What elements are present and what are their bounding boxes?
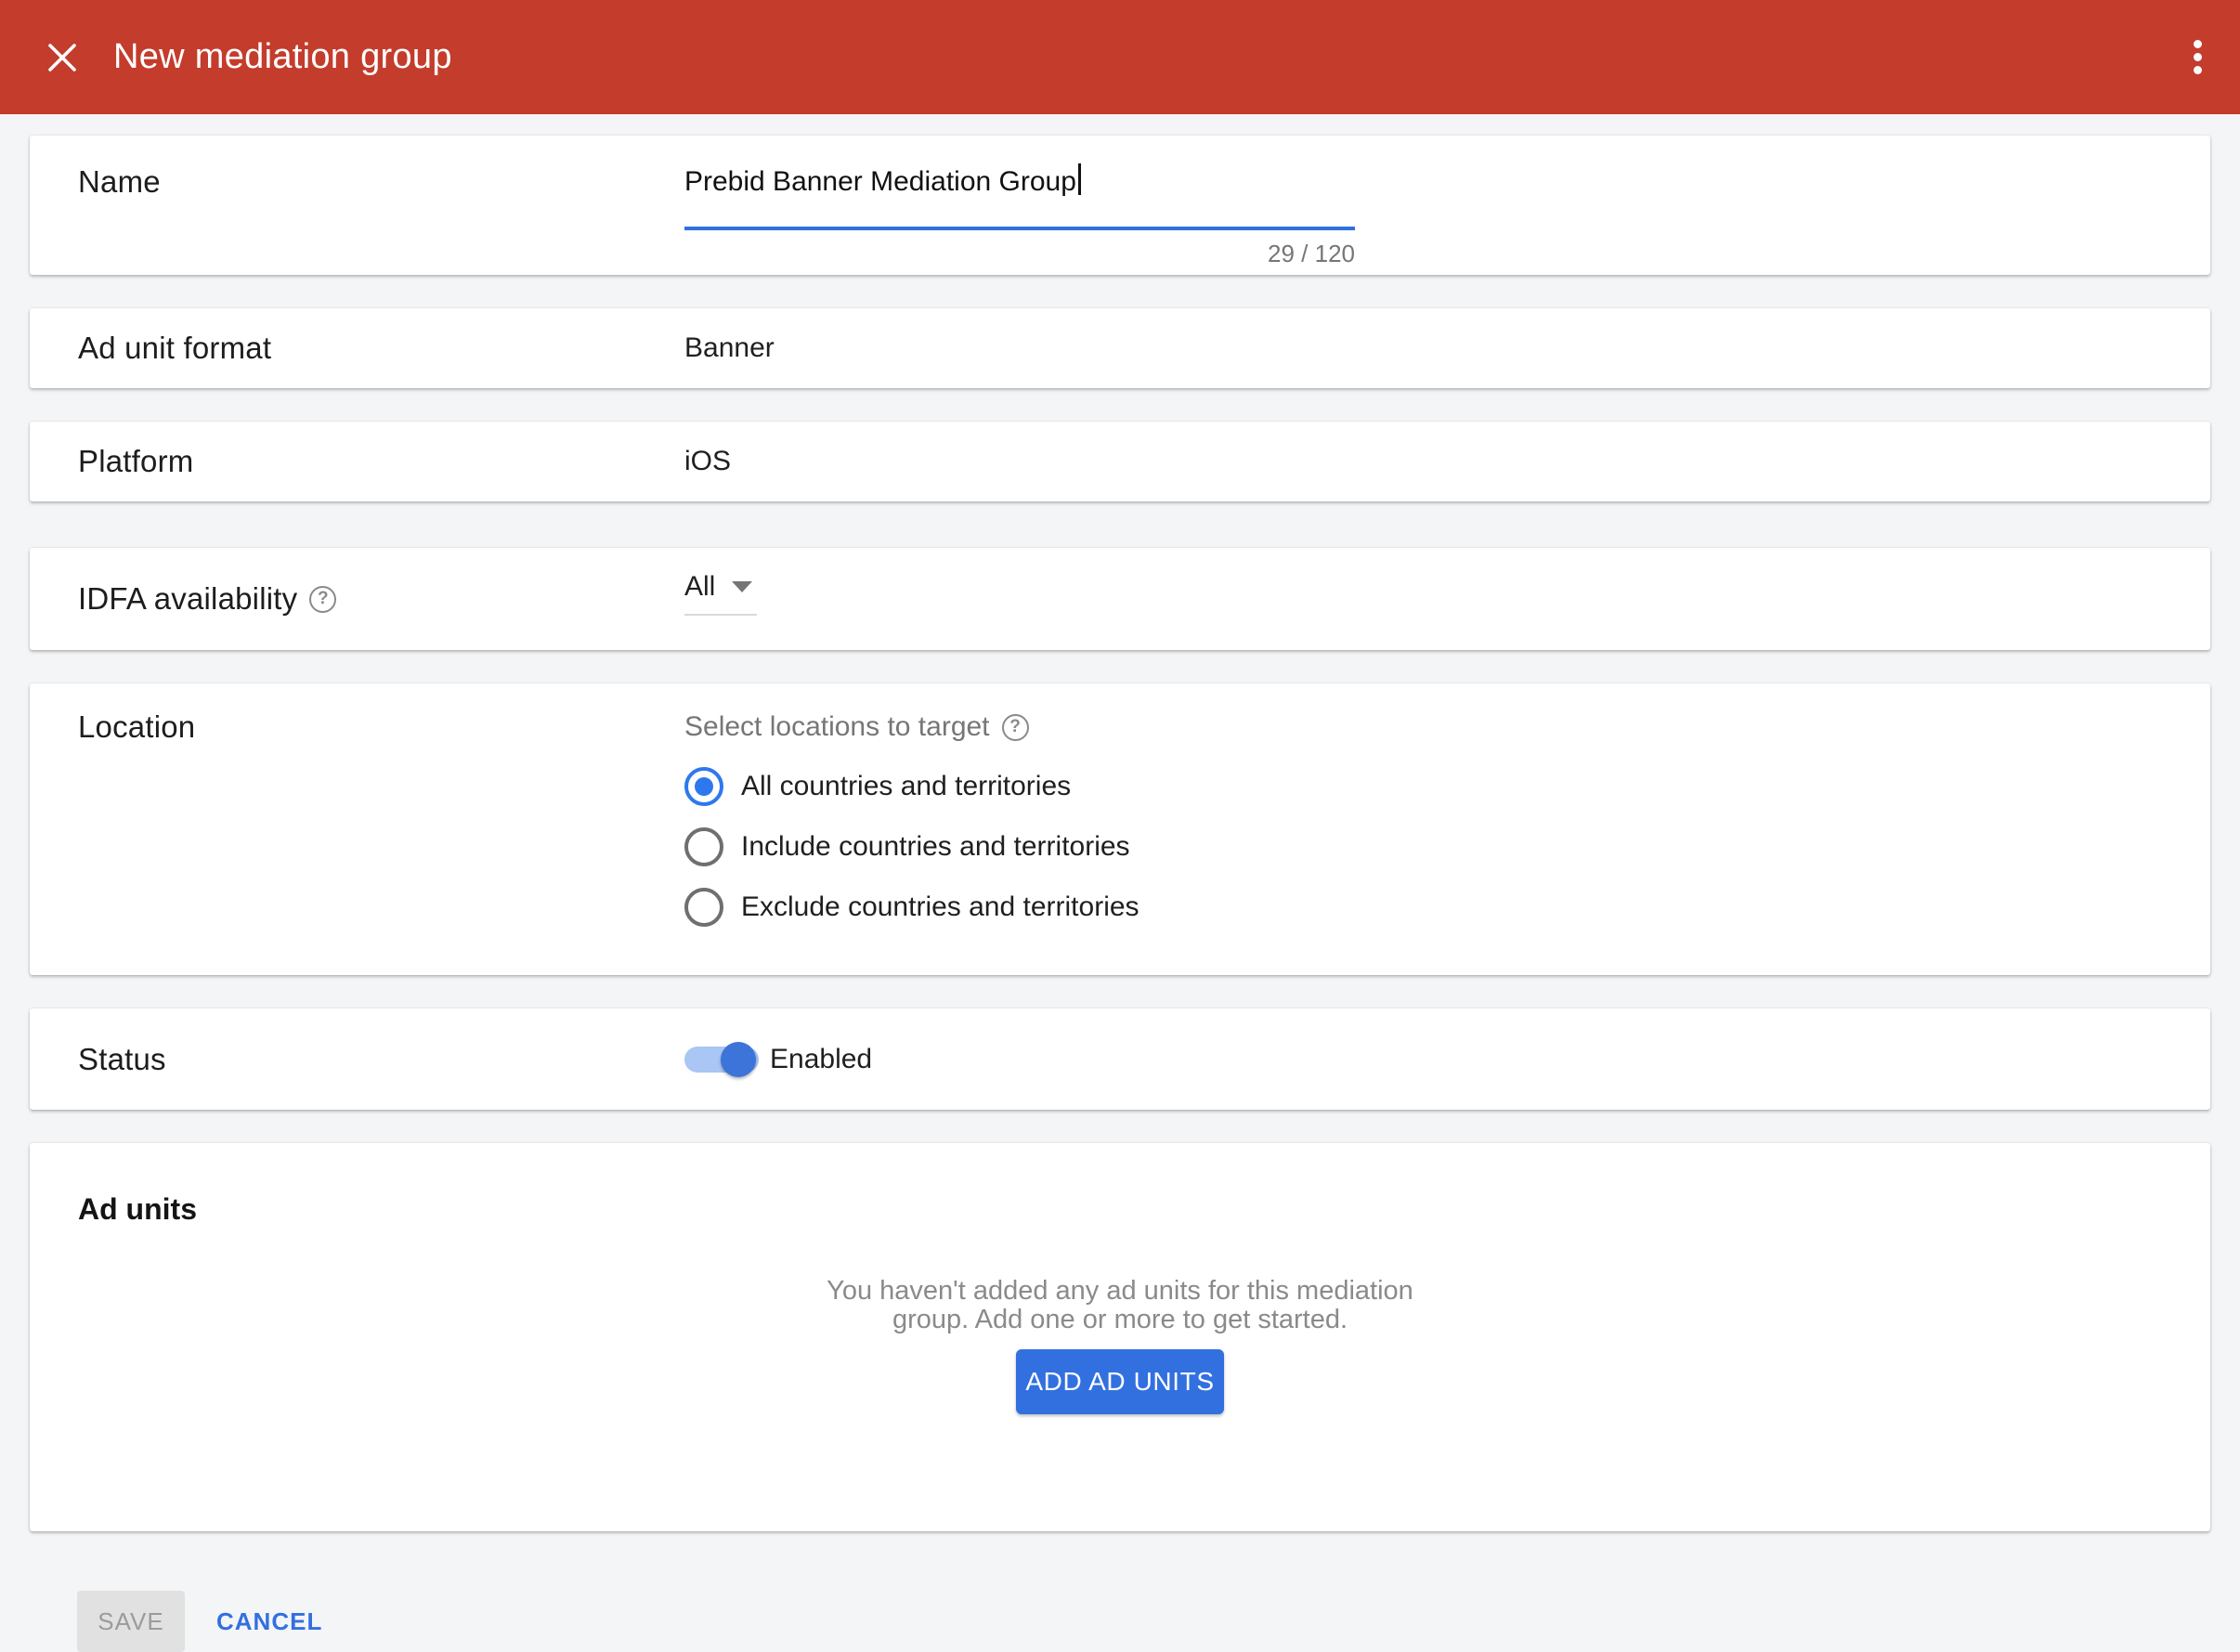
radio-label: Exclude countries and territories	[741, 891, 1140, 923]
text-cursor	[1078, 163, 1081, 195]
add-ad-units-button[interactable]: ADD AD UNITS	[1016, 1349, 1224, 1414]
status-label: Status	[78, 1042, 684, 1077]
radio-label: Include countries and territories	[741, 831, 1130, 863]
select-underline	[684, 614, 757, 616]
form-body: Name Prebid Banner Mediation Group 29 / …	[0, 114, 2240, 1652]
ad-unit-format-card: Ad unit format Banner	[30, 308, 2210, 388]
ad-units-card: Ad units You haven't added any ad units …	[30, 1143, 2210, 1531]
help-icon[interactable]: ?	[309, 586, 336, 613]
kebab-menu-icon[interactable]	[2192, 36, 2203, 78]
help-icon[interactable]: ?	[1002, 714, 1029, 741]
radio-icon	[684, 767, 723, 806]
name-label: Name	[78, 163, 684, 201]
radio-label: All countries and territories	[741, 771, 1071, 802]
empty-state-line: You haven't added any ad units for this …	[78, 1277, 2162, 1306]
page-title: New mediation group	[113, 37, 452, 77]
input-underline	[684, 227, 1355, 230]
radio-icon	[684, 827, 723, 866]
ad-unit-format-label: Ad unit format	[78, 331, 684, 366]
radio-option-exclude-countries[interactable]: Exclude countries and territories	[684, 887, 1140, 928]
status-toggle[interactable]	[684, 1047, 759, 1073]
close-icon[interactable]	[46, 42, 78, 73]
toggle-knob-icon	[721, 1042, 756, 1077]
ad-units-heading: Ad units	[78, 1191, 2162, 1227]
location-helper-text: Select locations to target	[684, 708, 990, 747]
appbar: New mediation group	[0, 0, 2240, 114]
idfa-card: IDFA availability ? All	[30, 548, 2210, 650]
name-card: Name Prebid Banner Mediation Group 29 / …	[30, 136, 2210, 275]
idfa-selected-value: All	[684, 567, 715, 606]
radio-icon	[684, 888, 723, 927]
idfa-select[interactable]: All	[684, 548, 757, 650]
location-card: Location Select locations to target ? Al…	[30, 683, 2210, 975]
platform-label: Platform	[78, 444, 684, 479]
save-button[interactable]: SAVE	[77, 1591, 185, 1652]
status-value: Enabled	[770, 1044, 872, 1075]
empty-state-line: group. Add one or more to get started.	[78, 1306, 2162, 1334]
platform-card: Platform iOS	[30, 422, 2210, 501]
cancel-button[interactable]: CANCEL	[216, 1607, 322, 1636]
idfa-label: IDFA availability	[78, 581, 297, 617]
platform-value: iOS	[684, 446, 731, 477]
status-card: Status Enabled	[30, 1008, 2210, 1110]
chevron-down-icon	[732, 581, 752, 592]
ad-unit-format-value: Banner	[684, 332, 775, 364]
footer-actions: SAVE CANCEL	[30, 1591, 2210, 1652]
name-input-value: Prebid Banner Mediation Group	[684, 166, 1076, 197]
radio-option-all-countries[interactable]: All countries and territories	[684, 766, 1140, 807]
radio-option-include-countries[interactable]: Include countries and territories	[684, 826, 1140, 867]
name-input[interactable]: Prebid Banner Mediation Group	[684, 163, 1355, 201]
char-counter: 29 / 120	[684, 240, 1355, 268]
location-label: Location	[78, 683, 684, 747]
